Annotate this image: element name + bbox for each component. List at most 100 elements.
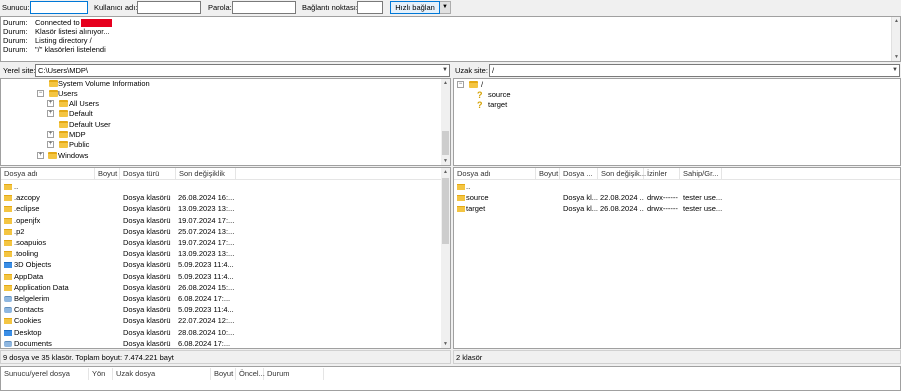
scroll-up-icon[interactable]: ▲ [441,168,450,176]
scroll-thumb[interactable] [442,178,449,244]
question-icon: ? [477,100,483,110]
user-folder-icon [4,296,12,302]
cell-perms: drwx------ [647,204,678,214]
expand-icon[interactable]: + [47,131,54,138]
file-row[interactable]: Desktop Dosya klasörü 28.08.2024 10:... [1,327,450,338]
cell-type: Dosya klasörü [123,316,171,326]
cell-owner: tester use... [683,204,723,214]
folder-icon [59,141,68,148]
column-header-name[interactable]: Dosya adı [454,168,536,180]
queue-header-remote-file[interactable]: Uzak dosya [113,368,211,380]
column-header-permissions[interactable]: İzinler [644,168,680,180]
file-row[interactable]: target Dosya kl... 26.08.2024 ... drwx-----… [454,203,900,214]
cell-type: Dosya klasörü [123,238,171,247]
queue-header-status[interactable]: Durum [264,368,324,380]
cell-perms: drwx------ [647,193,678,203]
file-row[interactable]: .. [454,181,900,192]
log-line: Durum: Connected to [3,18,112,28]
user-folder-icon [4,340,12,347]
username-input[interactable] [137,1,201,14]
column-header-owner[interactable]: Sahip/Gr... [680,168,722,180]
remote-file-list: Dosya adı Boyut Dosya ... Son değişik...… [453,167,901,349]
local-path-combo[interactable]: C:\Users\MDP\ ▼ [35,64,450,77]
file-row[interactable]: source Dosya kl... 22.08.2024 ... drwx-----… [454,192,900,203]
queue-header-server[interactable]: Sunucu/yerel dosya [1,368,89,380]
cell-name: .openjfx [14,215,41,225]
cell-type: Dosya kl... [563,204,599,214]
host-input[interactable] [30,1,88,14]
file-row[interactable]: Application Data Dosya klasörü 26.08.2024 … [1,282,450,293]
file-row[interactable]: .p2 Dosya klasörü 25.07.2024 13:... [1,226,450,237]
column-header-size[interactable]: Boyut [536,168,560,180]
remote-path-combo[interactable]: / ▼ [489,64,900,77]
expand-icon[interactable]: + [47,110,54,117]
cell-type: Dosya klasörü [123,215,171,225]
cell-modified: 25.07.2024 13:... [178,226,235,236]
cell-modified: 28.08.2024 10:... [178,327,235,337]
file-row[interactable]: .azcopy Dosya klasörü 26.08.2024 16:... [1,192,450,203]
password-input[interactable] [232,1,296,14]
host-label: Sunucu: [2,3,30,12]
file-row[interactable]: Contacts Dosya klasörü 5.09.2023 11:4... [1,304,450,315]
file-row[interactable]: .openjfx Dosya klasörü 19.07.2024 17:... [1,215,450,226]
chevron-down-icon[interactable]: ▼ [892,65,898,76]
folder-icon [4,206,12,213]
cell-modified: 26.08.2024 ... [600,204,644,214]
collapse-icon[interactable]: − [37,90,44,97]
expand-icon[interactable]: + [37,152,44,159]
file-row[interactable]: Documents Dosya klasörü 6.08.2024 17:... [1,338,450,348]
scroll-thumb[interactable] [442,131,449,155]
cell-name: source [466,193,489,203]
file-row[interactable]: Belgelerim Dosya klasörü 6.08.2024 17:... [1,293,450,304]
file-row[interactable]: AppData Dosya klasörü 5.09.2023 11:4... [1,271,450,282]
column-header-type[interactable]: Dosya türü [120,168,176,180]
scroll-down-icon[interactable]: ▼ [441,340,450,348]
cell-modified: 6.08.2024 17:... [178,338,231,348]
folder-icon [4,228,12,235]
file-row[interactable]: Cookies Dosya klasörü 22.07.2024 12:... [1,315,450,326]
folder-icon [457,195,465,202]
cell-modified: 26.08.2024 16:... [178,193,235,203]
queue-header-size[interactable]: Boyut [211,368,236,380]
collapse-icon[interactable]: − [457,81,464,88]
system-folder-icon [4,262,12,269]
quickconnect-button[interactable]: Hızlı bağlan [390,1,440,14]
transfer-queue: Sunucu/yerel dosya Yön Uzak dosya Boyut … [0,366,901,391]
local-directory-tree: System Volume Information − Users + All … [0,78,451,166]
scroll-up-icon[interactable]: ▲ [892,17,901,25]
remote-path-value: / [492,66,495,75]
folder-icon [59,110,68,117]
cell-modified: 19.07.2024 17:... [178,238,235,247]
file-row[interactable]: .tooling Dosya klasörü 13.09.2023 13:... [1,248,450,259]
cell-name: Cookies [14,316,42,326]
file-row[interactable]: .soapuios Dosya klasörü 19.07.2024 17:... [1,237,450,248]
file-row[interactable]: .. [1,181,450,192]
log-line: Durum: Klasör listesi alınıyor... [3,27,110,36]
local-list-scrollbar[interactable]: ▲ ▼ [441,168,450,348]
scroll-down-icon[interactable]: ▼ [441,157,450,165]
password-label: Parola: [208,3,232,12]
folder-icon [469,81,478,88]
scroll-down-icon[interactable]: ▼ [892,53,901,61]
column-header-modified[interactable]: Son değişiklik [176,168,236,180]
file-row[interactable]: .eclipse Dosya klasörü 13.09.2023 13:... [1,203,450,214]
queue-header-priority[interactable]: Öncel... [236,368,265,380]
log-scrollbar[interactable]: ▲ ▼ [891,17,900,61]
port-input[interactable] [357,1,383,14]
queue-header-direction[interactable]: Yön [89,368,113,380]
cell-type: Dosya klasörü [123,327,171,337]
remote-directory-tree: − / ? source ? target [453,78,901,166]
column-header-name[interactable]: Dosya adı [1,168,95,180]
column-header-type[interactable]: Dosya ... [560,168,598,180]
file-row[interactable]: 3D Objects Dosya klasörü 5.09.2023 11:4... [1,259,450,270]
local-tree-scrollbar[interactable]: ▲ ▼ [441,79,450,165]
column-header-modified[interactable]: Son değişik... [598,168,646,180]
scroll-up-icon[interactable]: ▲ [441,79,450,87]
chevron-down-icon[interactable]: ▼ [440,1,451,14]
expand-icon[interactable]: + [47,100,54,107]
column-header-size[interactable]: Boyut [95,168,120,180]
question-icon: ? [477,90,483,100]
folder-icon [457,184,465,190]
expand-icon[interactable]: + [47,141,54,148]
chevron-down-icon[interactable]: ▼ [442,65,448,76]
